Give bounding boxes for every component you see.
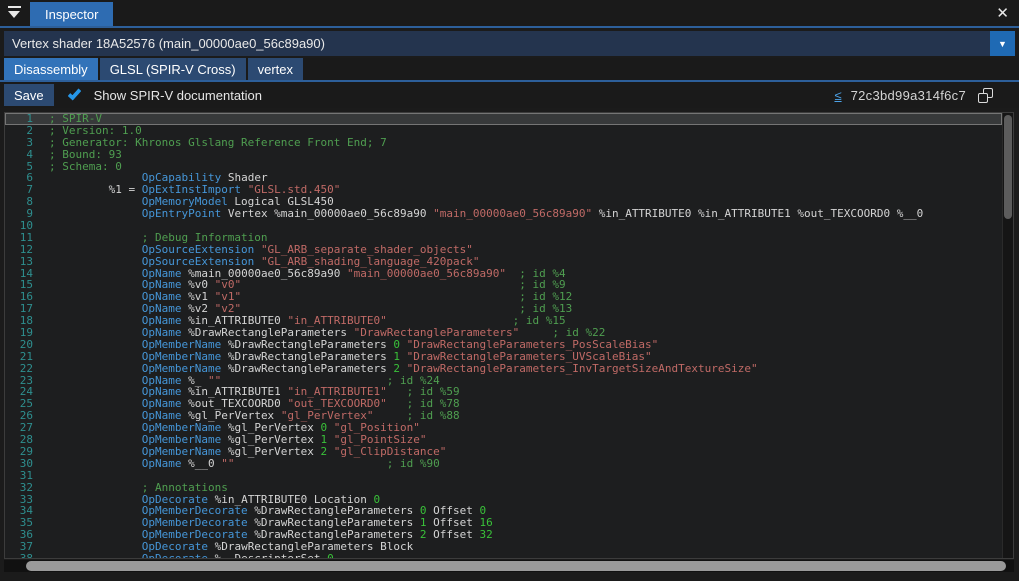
tab-disassembly[interactable]: Disassembly	[4, 58, 98, 80]
titlebar: Inspector ✕	[0, 0, 1019, 28]
hash-link-icon[interactable]: ≤	[834, 88, 841, 103]
line-text: OpDecorate %_ DescriptorSet 0	[39, 553, 334, 558]
line-number: 7	[5, 184, 39, 196]
shader-selector-dropdown[interactable]: Vertex shader 18A52576 (main_00000ae0_56…	[4, 31, 1015, 56]
line-number: 11	[5, 232, 39, 244]
line-number: 38	[5, 553, 39, 558]
code-line[interactable]: 30 OpName %__0 "" ; id %90	[5, 458, 1002, 470]
code-line[interactable]: 9 OpEntryPoint Vertex %main_00000ae0_56c…	[5, 208, 1002, 220]
tab-inspector-label: Inspector	[45, 7, 98, 22]
tab-vertex[interactable]: vertex	[248, 58, 303, 80]
tab-glsl-label: GLSL (SPIR-V Cross)	[110, 62, 236, 77]
line-number: 12	[5, 244, 39, 256]
close-icon[interactable]: ✕	[996, 6, 1009, 21]
chevron-down-icon[interactable]: ▼	[990, 31, 1015, 56]
code-lines-container: 1; SPIR-V2; Version: 1.03; Generator: Kh…	[5, 113, 1002, 558]
dock-menu-icon[interactable]	[0, 0, 28, 26]
line-text: OpName %__0 "" ; id %90	[39, 458, 440, 470]
line-number: 8	[5, 196, 39, 208]
copy-icon-front-square	[978, 93, 988, 103]
tab-vertex-label: vertex	[258, 62, 293, 77]
shader-selector-value: Vertex shader 18A52576 (main_00000ae0_56…	[4, 36, 990, 51]
shader-toolbar: Save Show SPIR-V documentation ≤ 72c3bd9…	[0, 82, 1019, 108]
horizontal-scrollbar-thumb[interactable]	[26, 561, 1006, 571]
save-button[interactable]: Save	[4, 84, 54, 106]
dock-menu-bar	[8, 6, 21, 8]
show-spirv-doc-label: Show SPIR-V documentation	[94, 88, 262, 103]
vertical-scrollbar[interactable]	[1002, 113, 1013, 558]
tab-disassembly-label: Disassembly	[14, 62, 88, 77]
line-text: OpEntryPoint Vertex %main_00000ae0_56c89…	[39, 208, 923, 220]
tab-glsl-spirv-cross[interactable]: GLSL (SPIR-V Cross)	[100, 58, 246, 80]
horizontal-scrollbar[interactable]	[4, 560, 1014, 572]
line-number: 30	[5, 458, 39, 470]
vertical-scrollbar-thumb[interactable]	[1004, 115, 1012, 219]
checkmark-icon	[67, 86, 81, 100]
shader-hash-value: 72c3bd99a314f6c7	[851, 88, 966, 103]
code-line[interactable]: 38 OpDecorate %_ DescriptorSet 0	[5, 553, 1002, 558]
line-text	[39, 220, 49, 232]
inspector-window: Inspector ✕ Vertex shader 18A52576 (main…	[0, 0, 1019, 581]
code-line[interactable]: 1; SPIR-V	[5, 113, 1002, 125]
code-line[interactable]: 3; Generator: Khronos Glslang Reference …	[5, 137, 1002, 149]
line-number: 31	[5, 470, 39, 482]
line-number: 1	[5, 113, 39, 125]
line-number: 21	[5, 351, 39, 363]
line-number: 3	[5, 137, 39, 149]
code-line[interactable]: 4; Bound: 93	[5, 149, 1002, 161]
show-spirv-doc-checkbox[interactable]	[66, 85, 86, 105]
line-number: 2	[5, 125, 39, 137]
line-number: 6	[5, 172, 39, 184]
disassembly-code-viewer[interactable]: 1; SPIR-V2; Version: 1.03; Generator: Kh…	[4, 112, 1014, 559]
line-number: 4	[5, 149, 39, 161]
line-text	[39, 470, 49, 482]
shader-view-tabs: Disassembly GLSL (SPIR-V Cross) vertex	[0, 58, 1019, 82]
toolbar-right-group: ≤ 72c3bd99a314f6c7	[834, 88, 993, 103]
line-number: 32	[5, 482, 39, 494]
line-number: 5	[5, 161, 39, 173]
copy-icon[interactable]	[978, 88, 993, 103]
line-number: 13	[5, 256, 39, 268]
tab-inspector[interactable]: Inspector	[30, 2, 113, 26]
dock-menu-triangle-icon	[8, 11, 20, 18]
line-number: 22	[5, 363, 39, 375]
